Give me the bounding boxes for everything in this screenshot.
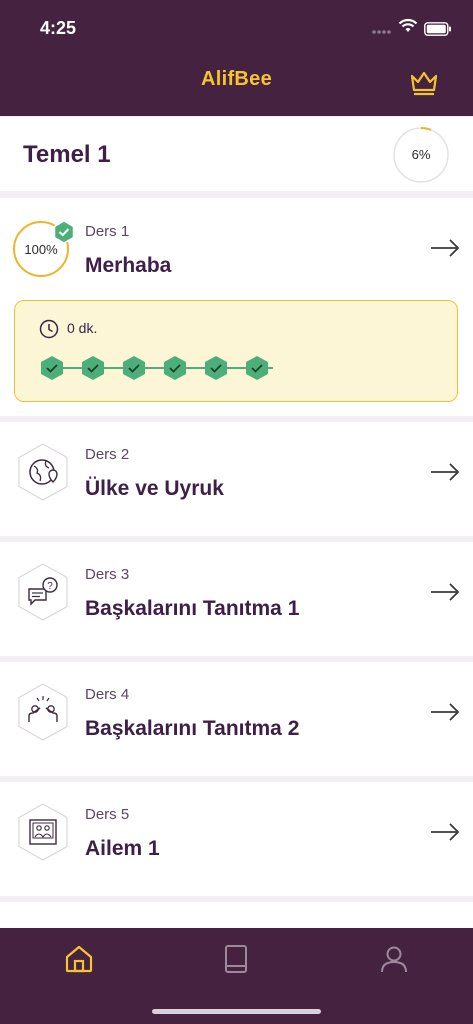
home-indicator — [152, 1009, 321, 1014]
arrow-right-icon[interactable] — [430, 822, 460, 842]
app-screen: 4:25 AlifBee Temel 1 6% 100% Ders 1 Merh… — [0, 0, 473, 1024]
lesson-card-2[interactable]: Ders 2 Ülke ve Uyruk — [0, 422, 473, 536]
clock-icon — [39, 319, 59, 339]
arrow-right-icon[interactable] — [430, 462, 460, 482]
step-complete-icon[interactable] — [244, 355, 270, 381]
status-bar: 4:25 — [0, 0, 473, 56]
step-complete-icon[interactable] — [162, 355, 188, 381]
arrow-right-icon[interactable] — [430, 238, 460, 258]
svg-text:?: ? — [47, 581, 53, 592]
book-icon[interactable] — [221, 944, 251, 974]
course-title: Temel 1 — [23, 141, 111, 168]
chat-question-icon: ? — [18, 563, 68, 621]
top-bar: 4:25 AlifBee — [0, 0, 473, 116]
lesson-duration: 0 dk. — [67, 320, 98, 336]
lesson-number: Ders 4 — [85, 686, 130, 703]
course-progress-text: 6% — [411, 147, 431, 162]
lesson-number: Ders 3 — [85, 566, 130, 583]
crown-icon[interactable] — [408, 66, 440, 98]
battery-icon — [424, 22, 451, 36]
lesson-1-progress-text: 100% — [24, 242, 58, 257]
lesson-number: Ders 2 — [85, 446, 130, 463]
lesson-number: Ders 1 — [85, 223, 130, 240]
lesson-number: Ders 5 — [85, 806, 130, 823]
lesson-title: Başkalarını Tanıtma 2 — [85, 717, 300, 740]
step-complete-icon[interactable] — [121, 355, 147, 381]
lesson-title: Ailem 1 — [85, 837, 160, 860]
lesson-card-4[interactable]: Ders 4 Başkalarını Tanıtma 2 — [0, 662, 473, 776]
lesson-card-3[interactable]: ? Ders 3 Başkalarını Tanıtma 1 — [0, 542, 473, 656]
step-complete-icon[interactable] — [39, 355, 65, 381]
lesson-1-details[interactable]: 0 dk. — [14, 300, 458, 402]
family-photo-icon — [18, 803, 68, 861]
check-badge-icon — [53, 220, 75, 244]
step-complete-icon[interactable] — [203, 355, 229, 381]
lesson-title: Merhaba — [85, 254, 172, 277]
lesson-title: Ülke ve Uyruk — [85, 477, 224, 500]
wifi-icon — [398, 18, 418, 32]
lesson-title: Başkalarını Tanıtma 1 — [85, 597, 300, 620]
app-logo: AlifBee — [200, 68, 272, 90]
arrow-right-icon[interactable] — [430, 702, 460, 722]
step-complete-icon[interactable] — [80, 355, 106, 381]
status-time: 4:25 — [40, 18, 77, 38]
home-icon[interactable] — [64, 944, 94, 974]
people-greeting-icon — [18, 683, 68, 741]
cellular-signal-icon — [372, 30, 391, 34]
arrow-right-icon[interactable] — [430, 582, 460, 602]
globe-location-icon — [18, 443, 68, 501]
lesson-card-5[interactable]: Ders 5 Ailem 1 — [0, 782, 473, 896]
user-icon[interactable] — [379, 944, 409, 974]
